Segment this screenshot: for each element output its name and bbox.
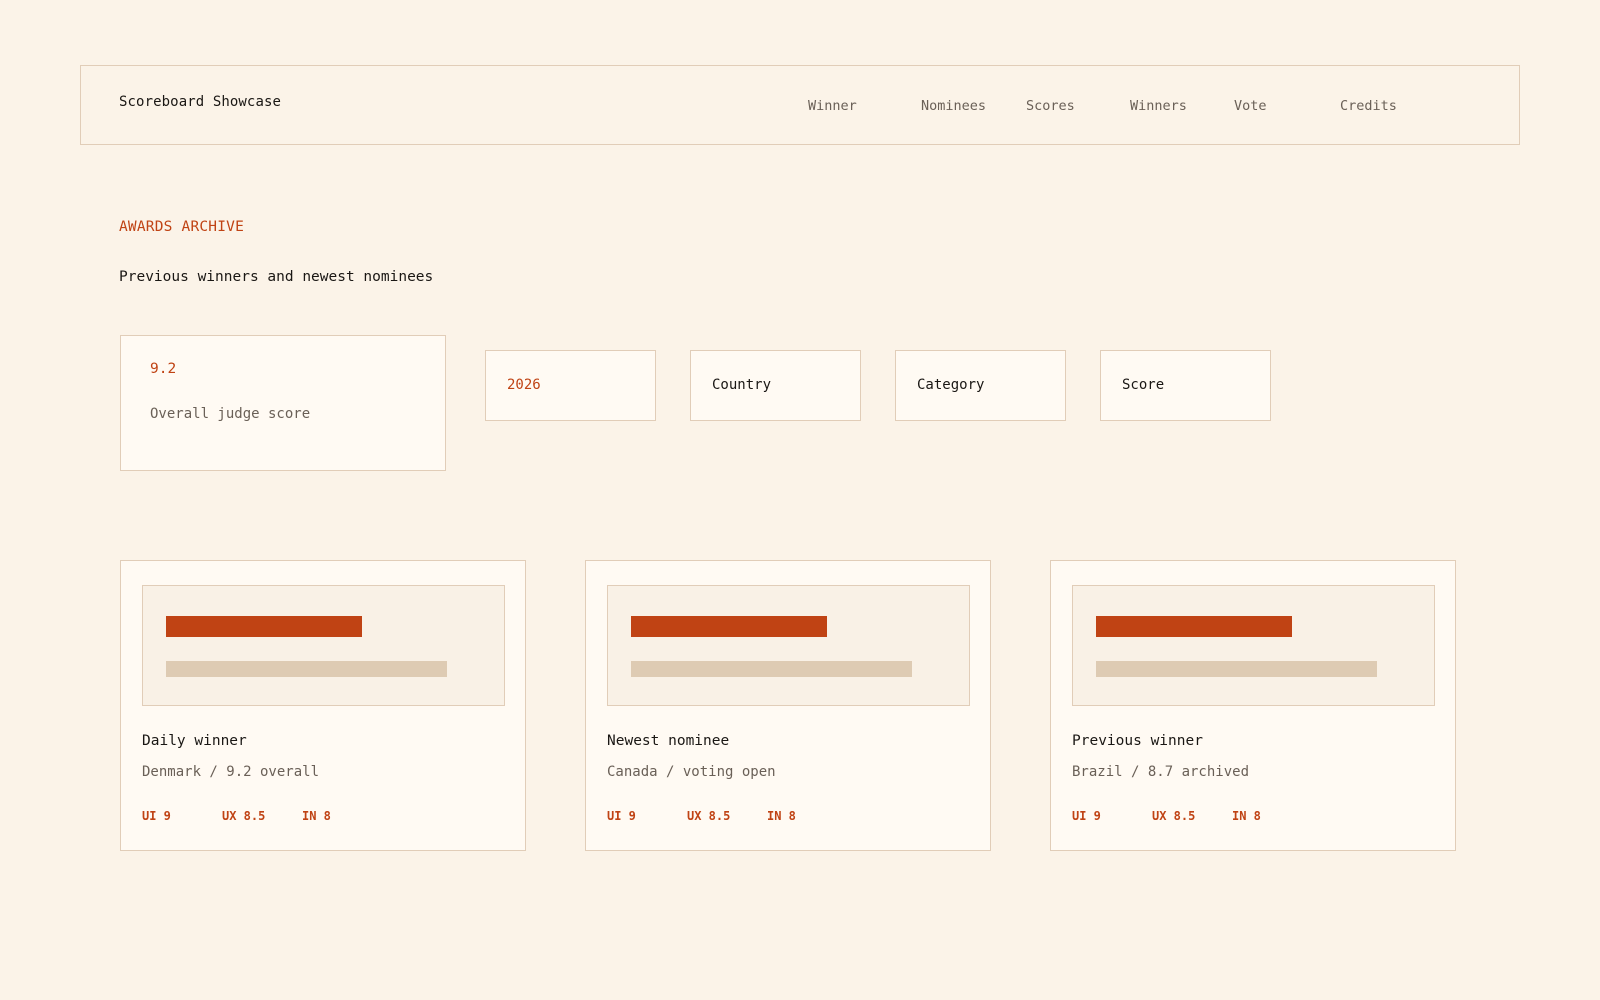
filter-year[interactable]: 2026	[485, 350, 656, 421]
preview-score-bar	[1096, 616, 1292, 637]
top-navigation-bar: Scoreboard Showcase Winner Nominees Scor…	[80, 65, 1520, 145]
card-preview	[607, 585, 970, 706]
metric-ui: UI 9	[142, 809, 171, 823]
page-title: Previous winners and newest nominees	[119, 269, 434, 285]
overall-score-card: 9.2 Overall judge score	[120, 335, 446, 471]
metric-ux: UX 8.5	[687, 809, 731, 823]
metric-ui: UI 9	[1072, 809, 1101, 823]
metric-ux: UX 8.5	[222, 809, 266, 823]
entry-card-newest-nominee[interactable]: Newest nominee Canada / voting open UI 9…	[585, 560, 991, 851]
card-preview	[142, 585, 505, 706]
brand-title[interactable]: Scoreboard Showcase	[119, 94, 281, 110]
metric-in: IN 8	[302, 809, 331, 823]
metric-in: IN 8	[1232, 809, 1261, 823]
section-eyebrow: AWARDS ARCHIVE	[119, 219, 245, 235]
filter-year-label: 2026	[507, 377, 541, 393]
card-subtitle: Denmark / 9.2 overall	[142, 764, 320, 780]
overall-score-label: Overall judge score	[150, 406, 311, 422]
card-title: Newest nominee	[607, 733, 730, 749]
filter-category[interactable]: Category	[895, 350, 1066, 421]
preview-track-bar	[631, 661, 912, 677]
card-title: Daily winner	[142, 733, 247, 749]
nav-link-nominees[interactable]: Nominees	[921, 98, 986, 114]
preview-track-bar	[1096, 661, 1377, 677]
metric-in: IN 8	[767, 809, 796, 823]
filter-category-label: Category	[917, 377, 985, 393]
nav-link-winner[interactable]: Winner	[808, 98, 857, 114]
preview-score-bar	[166, 616, 362, 637]
filter-score-label: Score	[1122, 377, 1165, 393]
card-preview	[1072, 585, 1435, 706]
nav-link-vote[interactable]: Vote	[1234, 98, 1267, 114]
card-subtitle: Canada / voting open	[607, 764, 776, 780]
preview-track-bar	[166, 661, 447, 677]
metric-ux: UX 8.5	[1152, 809, 1196, 823]
filter-score[interactable]: Score	[1100, 350, 1271, 421]
metric-ui: UI 9	[607, 809, 636, 823]
nav-link-winners[interactable]: Winners	[1130, 98, 1187, 114]
overall-score-value: 9.2	[150, 361, 177, 377]
filter-country-label: Country	[712, 377, 772, 393]
entry-card-previous-winner[interactable]: Previous winner Brazil / 8.7 archived UI…	[1050, 560, 1456, 851]
card-title: Previous winner	[1072, 733, 1203, 749]
card-subtitle: Brazil / 8.7 archived	[1072, 764, 1250, 780]
entry-card-daily-winner[interactable]: Daily winner Denmark / 9.2 overall UI 9 …	[120, 560, 526, 851]
nav-link-scores[interactable]: Scores	[1026, 98, 1075, 114]
nav-link-credits[interactable]: Credits	[1340, 98, 1397, 114]
filter-country[interactable]: Country	[690, 350, 861, 421]
preview-score-bar	[631, 616, 827, 637]
